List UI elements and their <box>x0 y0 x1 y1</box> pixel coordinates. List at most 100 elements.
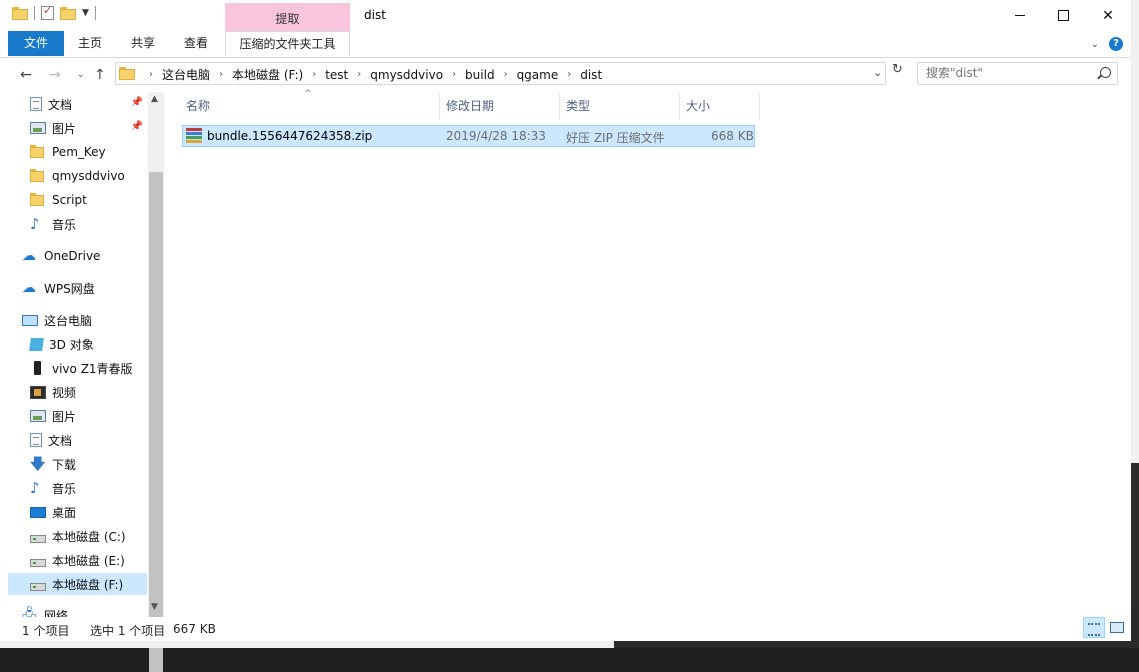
nav-item-label: 本地磁盘 (F:) <box>52 577 124 592</box>
breadcrumb-item[interactable]: qgame <box>517 68 559 82</box>
tool-tab-header: 提取 <box>225 3 350 32</box>
maximize-button[interactable] <box>1040 0 1086 31</box>
ribbon-controls: ⌄ ? <box>1091 37 1123 51</box>
tab-share[interactable]: 共享 <box>118 31 168 56</box>
properties-check-icon[interactable] <box>41 4 54 20</box>
wps-cloud-icon: ☁ <box>22 280 36 296</box>
nav-scrollbar[interactable]: ▲ ▼ <box>148 92 164 672</box>
search-input[interactable] <box>926 66 1096 80</box>
nav-item-script[interactable]: Script <box>30 189 147 211</box>
tab-view[interactable]: 查看 <box>172 31 220 56</box>
minimize-button[interactable] <box>997 0 1043 31</box>
scrollbar-thumb[interactable] <box>149 172 163 672</box>
large-icons-view-button[interactable] <box>1106 617 1128 638</box>
column-header-type[interactable]: 类型 <box>560 93 680 120</box>
file-type: 好压 ZIP 压缩文件 <box>566 131 665 145</box>
folder-icon <box>30 145 46 159</box>
nav-item-desktop[interactable]: 桌面 <box>30 501 147 523</box>
nav-item-3d-objects[interactable]: 3D 对象 <box>29 333 147 355</box>
navigation-pane: 文档 📌 图片 📌 Pem_Key qmysddvivo Script ♪ 音乐… <box>0 92 164 617</box>
nav-item-label: 视频 <box>52 385 77 400</box>
ribbon-tabs: 文件 主页 共享 查看 压缩的文件夹工具 ⌄ ? <box>0 31 1131 58</box>
forward-arrow-icon[interactable]: → <box>49 67 61 83</box>
nav-item-label: 图片 <box>52 121 77 136</box>
refresh-button[interactable]: ↻ <box>889 62 906 84</box>
document-icon <box>30 433 42 447</box>
tab-home[interactable]: 主页 <box>66 31 114 56</box>
breadcrumb-separator-icon: › <box>567 69 572 80</box>
breadcrumb-item[interactable]: 本地磁盘 (F:) <box>232 66 303 83</box>
scroll-up-icon[interactable]: ▲ <box>151 94 158 104</box>
column-header-modified[interactable]: 修改日期 <box>440 93 560 120</box>
column-headers: 名称 修改日期 类型 大小 <box>180 93 760 120</box>
maximize-icon <box>1057 10 1069 21</box>
column-header-size[interactable]: 大小 <box>680 93 760 120</box>
minimize-icon <box>1015 15 1025 16</box>
breadcrumb-separator-icon: › <box>219 69 224 80</box>
nav-item-downloads[interactable]: 🡇 下载 <box>30 453 147 475</box>
breadcrumb-item[interactable]: build <box>465 68 495 82</box>
nav-item-label: 文档 <box>48 97 73 112</box>
nav-item-music[interactable]: ♪ 音乐 <box>30 477 147 499</box>
nav-item-label: 3D 对象 <box>49 337 94 352</box>
nav-item-wps-drive[interactable]: ☁ WPS网盘 <box>22 277 147 299</box>
background-window <box>614 641 1139 648</box>
new-folder-icon[interactable] <box>60 6 76 20</box>
zip-archive-icon <box>186 128 202 143</box>
file-size: 668 KB <box>711 129 754 143</box>
back-arrow-icon[interactable]: ← <box>20 67 32 83</box>
nav-item-pem-key[interactable]: Pem_Key <box>30 141 147 163</box>
breadcrumb-item[interactable]: test <box>325 68 348 82</box>
search-box[interactable] <box>917 62 1118 85</box>
nav-item-drive-e[interactable]: 本地磁盘 (E:) <box>30 549 147 571</box>
nav-item-drive-c[interactable]: 本地磁盘 (C:) <box>30 525 147 547</box>
nav-item-label: 文档 <box>48 433 73 448</box>
breadcrumb-item[interactable]: qmysddvivo <box>370 68 443 82</box>
nav-item-music-pinned[interactable]: ♪ 音乐 <box>30 213 147 235</box>
search-icon[interactable] <box>1100 67 1111 78</box>
expand-ribbon-icon[interactable]: ⌄ <box>1091 39 1099 50</box>
folder-icon[interactable] <box>12 6 28 20</box>
file-row[interactable]: bundle.1556447624358.zip 2019/4/28 18:33… <box>182 125 755 147</box>
tab-file[interactable]: 文件 <box>8 31 64 56</box>
up-arrow-icon[interactable]: ↑ <box>94 67 106 83</box>
nav-item-videos[interactable]: 视频 <box>30 381 147 403</box>
address-bar[interactable]: › 这台电脑 › 本地磁盘 (F:) › test › qmysddvivo ›… <box>115 62 886 85</box>
nav-item-documents[interactable]: 文档 <box>30 429 147 451</box>
nav-item-onedrive[interactable]: ☁ OneDrive <box>22 245 147 267</box>
help-icon[interactable]: ? <box>1109 37 1123 51</box>
title-bar: ▼ 提取 dist ✕ <box>0 0 1131 32</box>
nav-item-pictures[interactable]: 图片 <box>30 405 147 427</box>
nav-item-vivo-phone[interactable]: vivo Z1青春版 <box>30 357 147 379</box>
onedrive-cloud-icon: ☁ <box>22 248 36 264</box>
document-icon <box>30 97 42 111</box>
file-name[interactable]: bundle.1556447624358.zip <box>207 129 372 143</box>
breadcrumb-item[interactable]: dist <box>580 68 602 82</box>
nav-item-network[interactable]: 🖧 网络 <box>22 604 147 618</box>
pin-icon[interactable]: 📌 <box>131 121 143 132</box>
nav-item-documents-pinned[interactable]: 文档 📌 <box>30 93 147 115</box>
nav-item-drive-f[interactable]: 本地磁盘 (F:) <box>8 573 147 595</box>
picture-icon <box>30 122 46 134</box>
file-modified-date: 2019/4/28 18:33 <box>446 129 546 143</box>
breadcrumb-separator-icon: › <box>503 69 508 80</box>
drive-icon <box>30 535 46 543</box>
nav-item-qmysddvivo[interactable]: qmysddvivo <box>30 165 147 187</box>
address-dropdown-icon[interactable]: ⌄ <box>873 66 882 79</box>
refresh-icon: ↻ <box>892 62 903 77</box>
nav-item-this-pc[interactable]: 这台电脑 <box>22 309 147 331</box>
nav-item-pictures-pinned[interactable]: 图片 📌 <box>30 117 147 139</box>
scroll-down-icon[interactable]: ▼ <box>151 602 158 612</box>
nav-item-label: 音乐 <box>52 481 77 496</box>
column-header-name[interactable]: 名称 <box>180 93 440 120</box>
close-button[interactable]: ✕ <box>1085 0 1131 31</box>
pin-icon[interactable]: 📌 <box>131 97 143 108</box>
details-view-button[interactable] <box>1083 617 1105 638</box>
quick-access-toolbar: ▼ <box>12 4 96 20</box>
breadcrumb-item[interactable]: 这台电脑 <box>162 66 210 83</box>
tab-compressed-folder-tools[interactable]: 压缩的文件夹工具 <box>225 31 350 56</box>
chevron-down-icon[interactable]: ▼ <box>82 8 89 18</box>
tool-tab-header-label: 提取 <box>275 12 300 26</box>
this-pc-icon <box>22 314 38 326</box>
recent-dropdown-icon[interactable]: ⌄ <box>77 70 85 80</box>
